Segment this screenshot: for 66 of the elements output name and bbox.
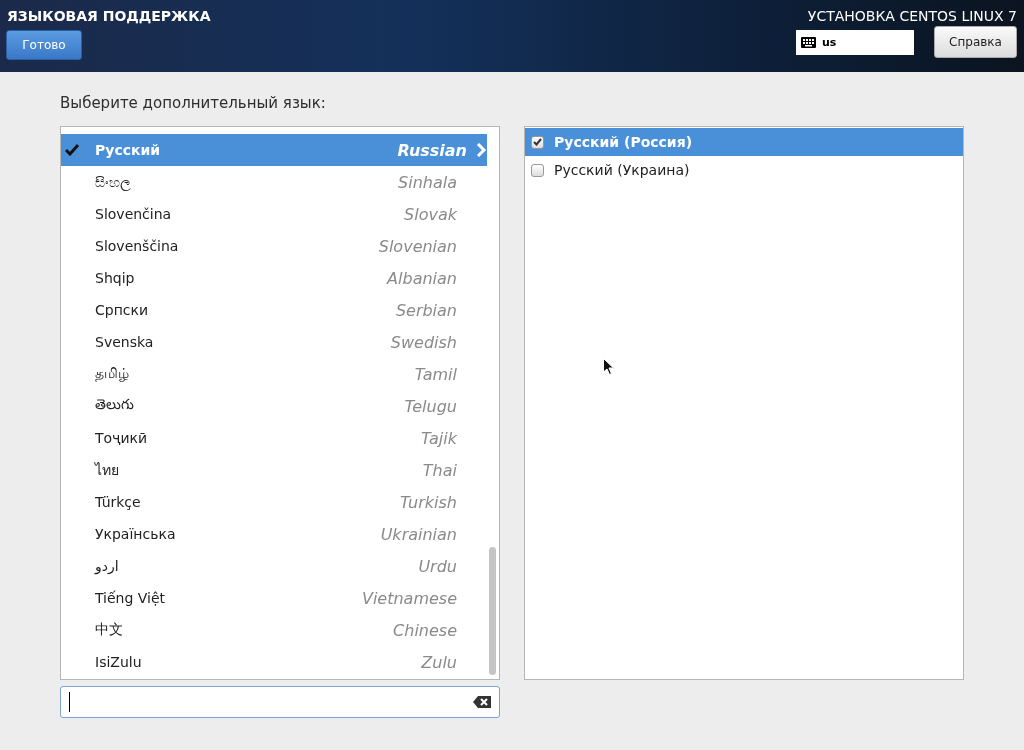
language-row[interactable]: Українська Ukrainian — [61, 518, 487, 550]
native-language-name: සිංහල — [95, 173, 132, 191]
prompt-label: Выберите дополнительный язык: — [60, 94, 326, 112]
language-row[interactable]: Shqip Albanian — [61, 262, 487, 294]
english-language-name: Slovak — [404, 204, 457, 224]
checkbox[interactable] — [531, 135, 544, 149]
locale-row[interactable]: Русский (Украина) — [525, 156, 963, 184]
native-language-name: 中文 — [95, 621, 124, 639]
language-row[interactable]: Türkçe Turkish — [61, 486, 487, 518]
language-row[interactable]: 中文 Chinese — [61, 614, 487, 646]
english-language-name: Turkish — [399, 492, 457, 512]
native-language-name: Tiếng Việt — [95, 590, 167, 606]
native-language-name: Русский — [95, 142, 162, 158]
native-language-name: IsiZulu — [95, 654, 143, 670]
english-language-name: Ukrainian — [380, 524, 457, 544]
keyboard-icon — [801, 36, 816, 48]
english-language-name: Thai — [422, 460, 457, 480]
chevron-right-icon — [475, 143, 487, 157]
english-language-name: Tamil — [414, 364, 457, 384]
product-title: УСТАНОВКА CENTOS LINUX 7 — [807, 8, 1017, 24]
language-row[interactable]: සිංහල Sinhala — [61, 166, 487, 198]
language-row[interactable]: Српски Serbian — [61, 294, 487, 326]
locale-name: Русский (Россия) — [554, 134, 693, 150]
native-language-name: தமிழ் — [95, 365, 130, 383]
native-language-name: اردو — [95, 558, 120, 574]
language-row[interactable]: Slovenčina Slovak — [61, 198, 487, 230]
native-language-name: Slovenčina — [95, 206, 173, 222]
language-row[interactable]: Tiếng Việt Vietnamese — [61, 582, 487, 614]
native-language-name: Slovenščina — [95, 238, 180, 254]
english-language-name: Albanian — [387, 268, 457, 288]
search-field[interactable] — [60, 686, 500, 718]
english-language-name: Chinese — [393, 620, 457, 640]
english-language-name: Zulu — [421, 652, 457, 672]
english-language-name: Serbian — [395, 300, 457, 320]
language-row[interactable]: தமிழ் Tamil — [61, 358, 487, 390]
language-row[interactable]: IsiZulu Zulu — [61, 646, 487, 678]
native-language-name: Svenska — [95, 334, 155, 350]
help-button[interactable]: Справка — [934, 26, 1017, 58]
english-language-name: Sinhala — [398, 172, 457, 192]
locale-name: Русский (Украина) — [554, 162, 690, 178]
english-language-name: Urdu — [418, 556, 457, 576]
english-language-name: Telugu — [404, 396, 457, 416]
native-language-name: Тоҷикӣ — [95, 430, 149, 446]
native-language-name: ไทย — [95, 461, 120, 480]
mouse-pointer-icon — [603, 358, 614, 375]
language-row[interactable]: Тоҷикӣ Tajik — [61, 422, 487, 454]
clear-icon[interactable] — [473, 696, 491, 708]
english-language-name: Russian — [397, 140, 467, 160]
native-language-name: Українська — [95, 526, 177, 542]
language-row[interactable]: Slovenščina Slovenian — [61, 230, 487, 262]
english-language-name: Slovenian — [378, 236, 457, 256]
language-row[interactable]: Svenska Swedish — [61, 326, 487, 358]
native-language-name: Shqip — [95, 270, 136, 286]
language-row[interactable]: తెలుగు Telugu — [61, 390, 487, 422]
checkbox[interactable] — [531, 163, 544, 177]
keyboard-layout-field[interactable]: us — [796, 29, 914, 55]
language-row[interactable]: ไทย Thai — [61, 454, 487, 486]
native-language-name: తెలుగు — [95, 396, 135, 414]
native-language-name: Српски — [95, 302, 150, 318]
english-language-name: Tajik — [420, 428, 457, 448]
scrollbar-thumb[interactable] — [489, 547, 496, 675]
done-button[interactable]: Готово — [6, 30, 82, 60]
english-language-name: Swedish — [390, 332, 457, 352]
screen-title: ЯЗЫКОВАЯ ПОДДЕРЖКА — [6, 8, 211, 24]
english-language-name: Vietnamese — [361, 588, 457, 608]
native-language-name: Türkçe — [95, 494, 142, 510]
